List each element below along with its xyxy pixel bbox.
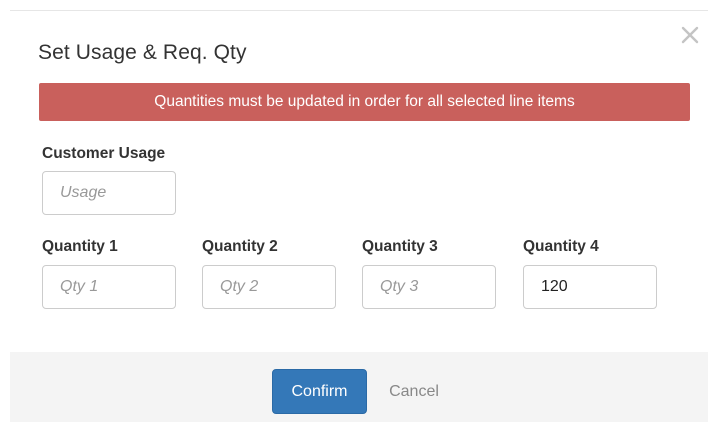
customer-usage-label: Customer Usage <box>42 145 166 162</box>
quantity-3-input[interactable] <box>362 265 496 309</box>
quantity-3-label: Quantity 3 <box>362 238 438 255</box>
validation-alert: Quantities must be updated in order for … <box>39 83 690 121</box>
dialog-title: Set Usage & Req. Qty <box>38 41 247 64</box>
customer-usage-input[interactable] <box>42 171 176 215</box>
cancel-button[interactable]: Cancel <box>381 369 447 414</box>
quantity-1-label: Quantity 1 <box>42 238 118 255</box>
close-button[interactable] <box>678 23 702 47</box>
quantity-4-input[interactable] <box>523 265 657 309</box>
quantity-2-input[interactable] <box>202 265 336 309</box>
close-icon <box>681 26 699 44</box>
quantity-1-input[interactable] <box>42 265 176 309</box>
quantity-4-label: Quantity 4 <box>523 238 599 255</box>
confirm-button[interactable]: Confirm <box>272 369 367 414</box>
dialog-footer: Confirm Cancel <box>10 352 708 422</box>
quantity-2-label: Quantity 2 <box>202 238 278 255</box>
set-usage-dialog: Set Usage & Req. Qty Quantities must be … <box>10 10 708 422</box>
